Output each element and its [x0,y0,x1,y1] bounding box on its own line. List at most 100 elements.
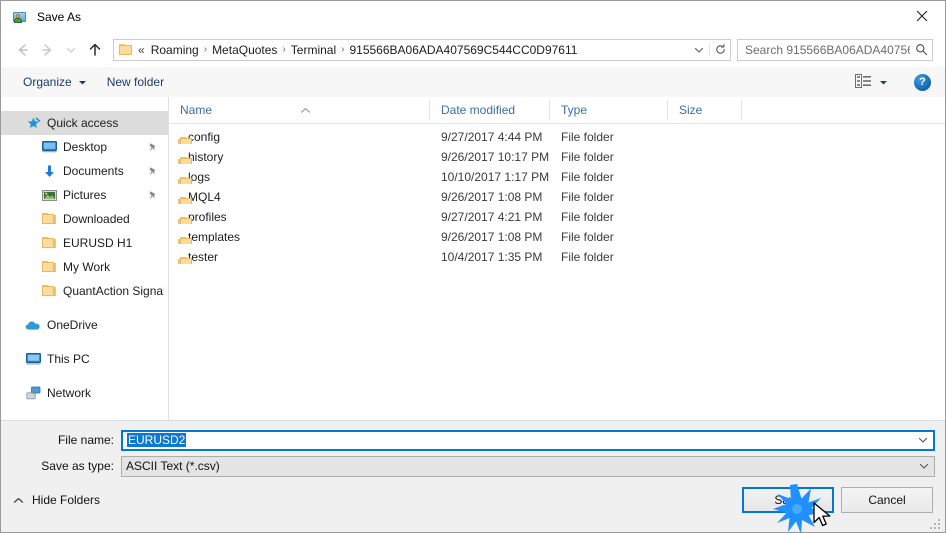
help-button[interactable]: ? [914,73,931,91]
command-bar: Organize New folder ? [1,67,945,98]
file-name-combobox[interactable]: EURUSD2 [121,429,935,451]
file-list-rows: config 9/27/2017 4:44 PM File folder his… [169,124,945,267]
breadcrumb-item-terminal-id[interactable]: 915566BA06ADA407569C544CC0D97611 [345,42,581,58]
pin-icon[interactable] [147,190,164,201]
column-header-name[interactable]: Name [169,100,430,120]
sidebar-item-label: QuantAction Signal [63,284,164,298]
file-name-row: File name: EURUSD2 [1,429,945,451]
cancel-button[interactable]: Cancel [841,487,933,513]
folder-icon [41,211,57,227]
file-name-cell: logs [169,170,430,184]
table-row[interactable]: templates 9/26/2017 1:08 PM File folder [169,227,945,247]
file-list: Name Date modified Type Size config 9/27… [169,97,945,420]
file-name-cell: MQL4 [169,190,430,204]
dialog-body: Quick access Desktop Documents Pictures … [1,97,945,420]
chevron-down-icon [66,47,76,53]
address-dropdown-button[interactable] [689,44,709,56]
file-type-cell: File folder [561,210,614,224]
sidebar-item-label: Network [47,386,92,400]
sidebar-item-pictures[interactable]: Pictures [1,183,168,207]
sidebar-item-label: Quick access [47,116,119,130]
back-button[interactable] [11,38,35,62]
sidebar-item-documents[interactable]: Documents [1,159,168,183]
breadcrumb-item-metaquotes[interactable]: MetaQuotes [208,42,281,58]
sidebar-item-label: EURUSD H1 [63,236,133,250]
save-as-type-dropdown-button[interactable] [913,460,934,472]
chevron-down-icon [919,463,928,469]
column-header-label: Date modified [441,103,516,117]
column-header-label: Name [180,103,213,117]
refresh-icon [715,43,725,54]
search-button[interactable] [910,43,932,56]
file-name-value: EURUSD2 [127,433,187,447]
column-header-date-modified[interactable]: Date modified [430,100,550,120]
change-view-button[interactable] [851,70,892,94]
save-button[interactable]: Save [742,487,834,513]
file-name-cell: config [169,130,430,144]
chevron-down-icon [78,78,87,87]
pin-icon[interactable] [147,166,164,177]
table-row[interactable]: profiles 9/27/2017 4:21 PM File folder [169,207,945,227]
recent-locations-button[interactable] [59,38,83,62]
sidebar-item-network[interactable]: Network [1,381,168,405]
sidebar-item-downloaded[interactable]: Downloaded [1,207,168,231]
sidebar-item-onedrive[interactable]: OneDrive [1,313,168,337]
file-name-cell: templates [169,230,430,244]
arrow-right-icon [42,43,52,56]
search-box[interactable]: Search 915566BA06ADA40756... [737,38,933,61]
forward-button[interactable] [35,38,59,62]
cancel-button-label: Cancel [868,493,906,507]
file-type-cell: File folder [561,130,614,144]
organize-label: Organize [23,75,72,89]
file-date-cell: 10/4/2017 1:35 PM [441,250,543,264]
sidebar-item-my-work[interactable]: My Work [1,255,168,279]
onedrive-cloud-icon [25,317,41,333]
sidebar-item-quantaction-signal[interactable]: QuantAction Signal [1,279,168,303]
file-name-dropdown-button[interactable] [912,434,933,446]
sidebar-item-this-pc[interactable]: This PC [1,347,168,371]
resize-grip[interactable] [930,517,943,530]
breadcrumb-item-terminal[interactable]: Terminal [287,42,340,58]
file-date-cell: 9/27/2017 4:21 PM [441,210,543,224]
table-row[interactable]: history 9/26/2017 10:17 PM File folder [169,147,945,167]
file-name-label: history [188,150,224,164]
pictures-image-icon [41,187,57,203]
refresh-button[interactable] [709,43,730,56]
hide-folders-button[interactable]: Hide Folders [13,493,100,507]
breadcrumb-item-roaming[interactable]: Roaming [147,42,203,58]
save-as-type-combobox[interactable]: ASCII Text (*.csv) [121,455,935,477]
close-button[interactable] [899,1,945,31]
table-row[interactable]: MQL4 9/26/2017 1:08 PM File folder [169,187,945,207]
sort-ascending-icon [300,100,311,120]
save-as-dialog: Save As « Roaming › MetaQuotes › Termina… [0,0,946,533]
new-folder-label: New folder [106,75,165,89]
breadcrumb-lead[interactable]: « [136,42,147,58]
table-row[interactable]: tester 10/4/2017 1:35 PM File folder [169,247,945,267]
sidebar-item-quick-access[interactable]: Quick access [1,111,168,135]
save-as-type-value: ASCII Text (*.csv) [126,459,220,473]
table-row[interactable]: config 9/27/2017 4:44 PM File folder [169,127,945,147]
hide-folders-label: Hide Folders [32,493,101,507]
file-name-label: templates [188,230,241,244]
pin-icon[interactable] [147,142,164,153]
column-header-type[interactable]: Type [550,100,668,120]
file-name-label: MQL4 [188,190,221,204]
star-pin-icon [25,115,41,131]
new-folder-button[interactable]: New folder [99,70,172,94]
sidebar-item-label: My Work [63,260,111,274]
file-name-input[interactable]: EURUSD2 [123,433,912,447]
sidebar-item-label: Downloaded [63,212,130,226]
search-input[interactable]: Search 915566BA06ADA40756... [738,43,910,57]
file-type-cell: File folder [561,170,614,184]
table-row[interactable]: logs 10/10/2017 1:17 PM File folder [169,167,945,187]
navigation-pane: Quick access Desktop Documents Pictures … [1,97,169,420]
column-header-size[interactable]: Size [668,100,742,120]
file-name-label: config [188,130,221,144]
address-bar[interactable]: « Roaming › MetaQuotes › Terminal › 9155… [113,38,731,61]
up-one-level-button[interactable] [83,38,107,62]
organize-button[interactable]: Organize [15,70,95,94]
sidebar-item-eurusd-h1[interactable]: EURUSD H1 [1,231,168,255]
file-name-cell: tester [169,250,430,264]
sidebar-item-desktop[interactable]: Desktop [1,135,168,159]
